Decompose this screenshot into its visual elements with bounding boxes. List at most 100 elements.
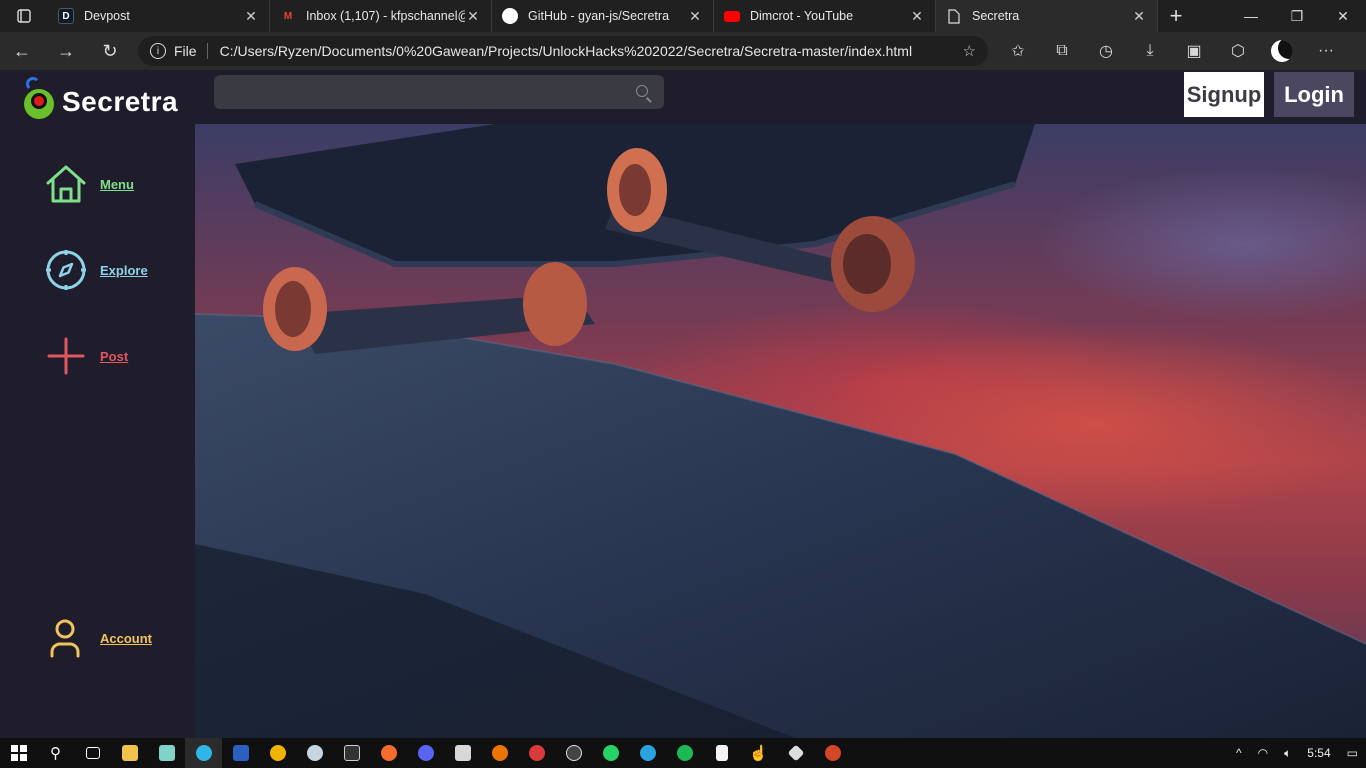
page-icon [946, 8, 962, 24]
edge-button[interactable] [185, 738, 222, 768]
tab-actions-button[interactable] [0, 0, 48, 32]
logo-icon [24, 77, 54, 119]
file-explorer-button[interactable] [111, 738, 148, 768]
add-favorite-icon[interactable]: ☆ [963, 42, 976, 60]
app-button[interactable] [444, 738, 481, 768]
start-button[interactable] [0, 738, 37, 768]
blender-button[interactable] [481, 738, 518, 768]
search-input[interactable] [214, 75, 614, 109]
restore-icon[interactable]: ❐ [1274, 0, 1320, 32]
minimize-icon[interactable]: — [1228, 0, 1274, 32]
close-icon[interactable]: ✕ [465, 8, 481, 25]
address-bar[interactable]: i File C:/Users/Ryzen/Documents/0%20Gawe… [138, 36, 988, 66]
sidebar-item-explore[interactable]: Explore [44, 248, 148, 292]
more-options-icon[interactable]: ··· [1304, 32, 1348, 70]
triangle-app-icon [269, 745, 286, 761]
word-button[interactable] [222, 738, 259, 768]
sidebar-item-label[interactable]: Menu [100, 177, 134, 192]
origin-button[interactable] [370, 738, 407, 768]
powerpoint-icon [824, 745, 841, 761]
discord-icon [417, 745, 434, 761]
document-button[interactable] [703, 738, 740, 768]
back-button[interactable]: ← [0, 32, 44, 70]
telegram-icon [639, 745, 656, 761]
game-app-icon [528, 745, 545, 761]
app-button[interactable] [518, 738, 555, 768]
hand-pointer-icon: ☝ [749, 745, 768, 762]
sidebar-item-label[interactable]: Explore [100, 263, 148, 278]
tab-secretra[interactable]: Secretra ✕ [936, 0, 1158, 32]
signup-button[interactable]: Signup [1184, 72, 1264, 117]
compass-icon [46, 250, 86, 290]
show-hidden-icons-icon[interactable]: ^ [1228, 746, 1250, 760]
spotify-button[interactable] [666, 738, 703, 768]
tab-title: Dimcrot - YouTube [750, 9, 854, 23]
steam-button[interactable] [296, 738, 333, 768]
search-icon[interactable] [636, 85, 648, 97]
edge-icon [195, 745, 212, 761]
tab-title: Secretra [972, 9, 1020, 23]
close-icon[interactable]: ✕ [687, 8, 703, 25]
url-scheme: File [174, 43, 197, 59]
refresh-button[interactable]: ↻ [88, 32, 132, 70]
browser-tools: ✩ ⧉ ◷ ⤓ ▣ ⬡ ··· [996, 32, 1348, 70]
sidebar-item-account[interactable]: Account [44, 616, 152, 660]
history-icon[interactable]: ◷ [1084, 32, 1128, 70]
app-button[interactable] [777, 738, 814, 768]
skateboard [235, 124, 1035, 354]
system-tray: ^ ◠ 🔈︎ 5:54 ▭ [1228, 738, 1366, 768]
epic-games-icon [343, 745, 360, 761]
origin-icon [380, 745, 397, 761]
profile-button[interactable] [1260, 32, 1304, 70]
site-logo[interactable]: Secretra [24, 76, 178, 119]
discord-button[interactable] [407, 738, 444, 768]
search-icon: ⚲ [50, 745, 61, 762]
new-tab-button[interactable]: + [1158, 3, 1194, 29]
browser-toolbar: ← → ↻ i File C:/Users/Ryzen/Documents/0%… [0, 32, 1366, 70]
app-button[interactable]: ☝ [740, 738, 777, 768]
clock[interactable]: 5:54 [1299, 746, 1338, 760]
close-icon[interactable]: ✕ [1131, 8, 1147, 25]
close-icon[interactable]: ✕ [909, 8, 925, 25]
collections-icon[interactable]: ⧉ [1040, 32, 1084, 70]
whatsapp-icon [602, 745, 619, 761]
epic-games-button[interactable] [333, 738, 370, 768]
volume-icon[interactable]: 🔈︎ [1276, 746, 1299, 761]
document-icon [715, 745, 728, 761]
taskbar-search-button[interactable]: ⚲ [37, 738, 74, 768]
tab-gmail[interactable]: M Inbox (1,107) - kfpschannel@ ✕ [270, 0, 492, 32]
whatsapp-button[interactable] [592, 738, 629, 768]
sidebar-item-menu[interactable]: Menu [44, 162, 134, 206]
favorites-icon[interactable]: ✩ [996, 32, 1040, 70]
tab-github[interactable]: GitHub - gyan-js/Secretra ✕ [492, 0, 714, 32]
obs-button[interactable] [555, 738, 592, 768]
powerpoint-button[interactable] [814, 738, 851, 768]
notepad-button[interactable] [148, 738, 185, 768]
download-icon[interactable]: ⤓ [1128, 32, 1172, 70]
close-window-icon[interactable]: ✕ [1320, 0, 1366, 32]
obs-icon [565, 745, 582, 761]
task-view-icon [85, 747, 100, 759]
close-icon[interactable]: ✕ [243, 8, 259, 25]
info-icon[interactable]: i [150, 43, 166, 59]
screenshot-icon[interactable]: ▣ [1172, 32, 1216, 70]
sidebar-item-label[interactable]: Account [100, 631, 152, 646]
sidebar-item-post[interactable]: Post [44, 334, 128, 378]
telegram-button[interactable] [629, 738, 666, 768]
notification-icon[interactable]: ▭ [1339, 746, 1366, 760]
extensions-icon[interactable]: ⬡ [1216, 32, 1260, 70]
tab-title: Inbox (1,107) - kfpschannel@ [306, 9, 465, 23]
wifi-icon[interactable]: ◠ [1250, 746, 1276, 760]
login-button[interactable]: Login [1274, 72, 1354, 117]
tab-devpost[interactable]: D Devpost ✕ [48, 0, 270, 32]
search-bar [214, 75, 664, 109]
forward-arrow-icon: → [57, 40, 75, 61]
task-view-button[interactable] [74, 738, 111, 768]
github-icon [502, 8, 518, 24]
sidebar-item-label[interactable]: Post [100, 349, 128, 364]
tab-title: GitHub - gyan-js/Secretra [528, 9, 670, 23]
forward-button[interactable]: → [44, 32, 88, 70]
url-text[interactable]: C:/Users/Ryzen/Documents/0%20Gawean/Proj… [220, 43, 963, 59]
app-button[interactable] [259, 738, 296, 768]
tab-youtube[interactable]: Dimcrot - YouTube ✕ [714, 0, 936, 32]
